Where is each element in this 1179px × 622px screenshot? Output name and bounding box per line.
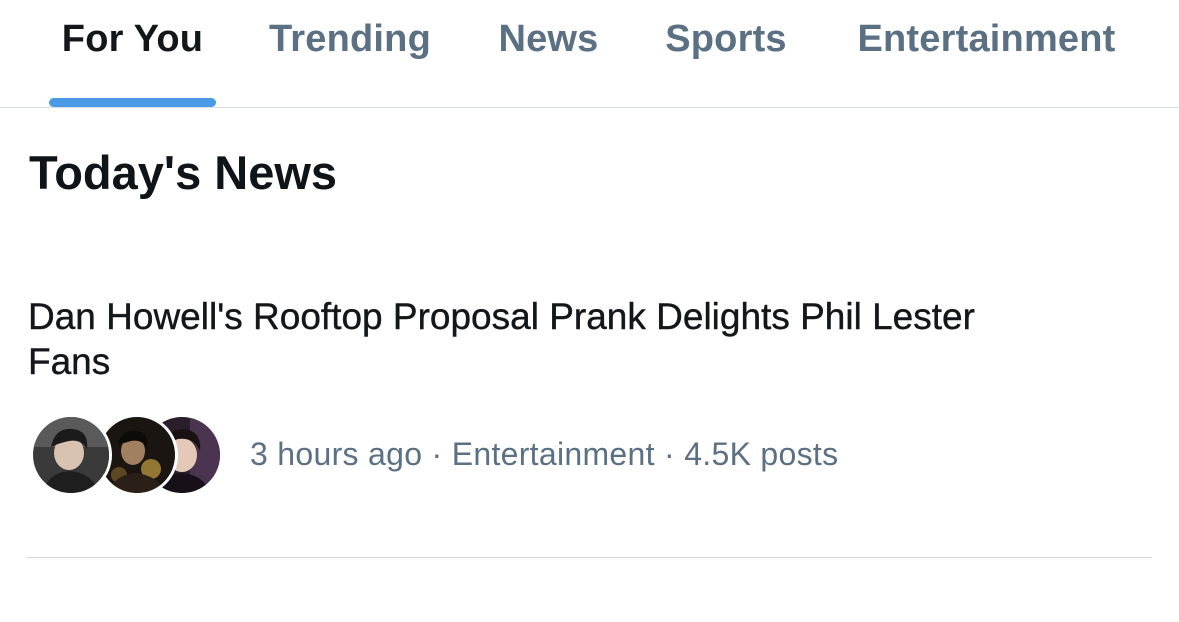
news-post-count: 4.5K posts (684, 436, 839, 472)
avatar (30, 414, 112, 496)
tab-label: For You (61, 18, 204, 60)
tab-label: News (498, 18, 599, 60)
divider (27, 557, 1152, 558)
tab-trending[interactable]: Trending (258, 0, 442, 108)
news-headline[interactable]: Dan Howell's Rooftop Proposal Prank Deli… (28, 294, 1028, 384)
tab-for-you[interactable]: For You (49, 0, 216, 108)
tab-bar: For You Trending News Sports Entertainme… (0, 0, 1179, 108)
tab-label: Sports (665, 18, 787, 60)
tab-news[interactable]: News (488, 0, 609, 108)
news-item[interactable]: Dan Howell's Rooftop Proposal Prank Deli… (0, 280, 1179, 558)
avatar-stack (30, 414, 223, 498)
section-title: Today's News (29, 146, 338, 199)
news-category: Entertainment (451, 436, 655, 472)
tab-entertainment[interactable]: Entertainment (843, 0, 1130, 108)
meta-separator: · (664, 436, 675, 472)
news-time: 3 hours ago (250, 436, 423, 472)
news-meta: 3 hours ago · Entertainment · 4.5K posts (250, 436, 838, 473)
active-tab-indicator (49, 98, 216, 107)
avatar-photo-1 (33, 417, 109, 493)
tab-label: Trending (268, 18, 432, 60)
tab-sports[interactable]: Sports (654, 0, 798, 108)
meta-separator: · (431, 436, 443, 472)
tab-label: Entertainment (857, 18, 1116, 60)
